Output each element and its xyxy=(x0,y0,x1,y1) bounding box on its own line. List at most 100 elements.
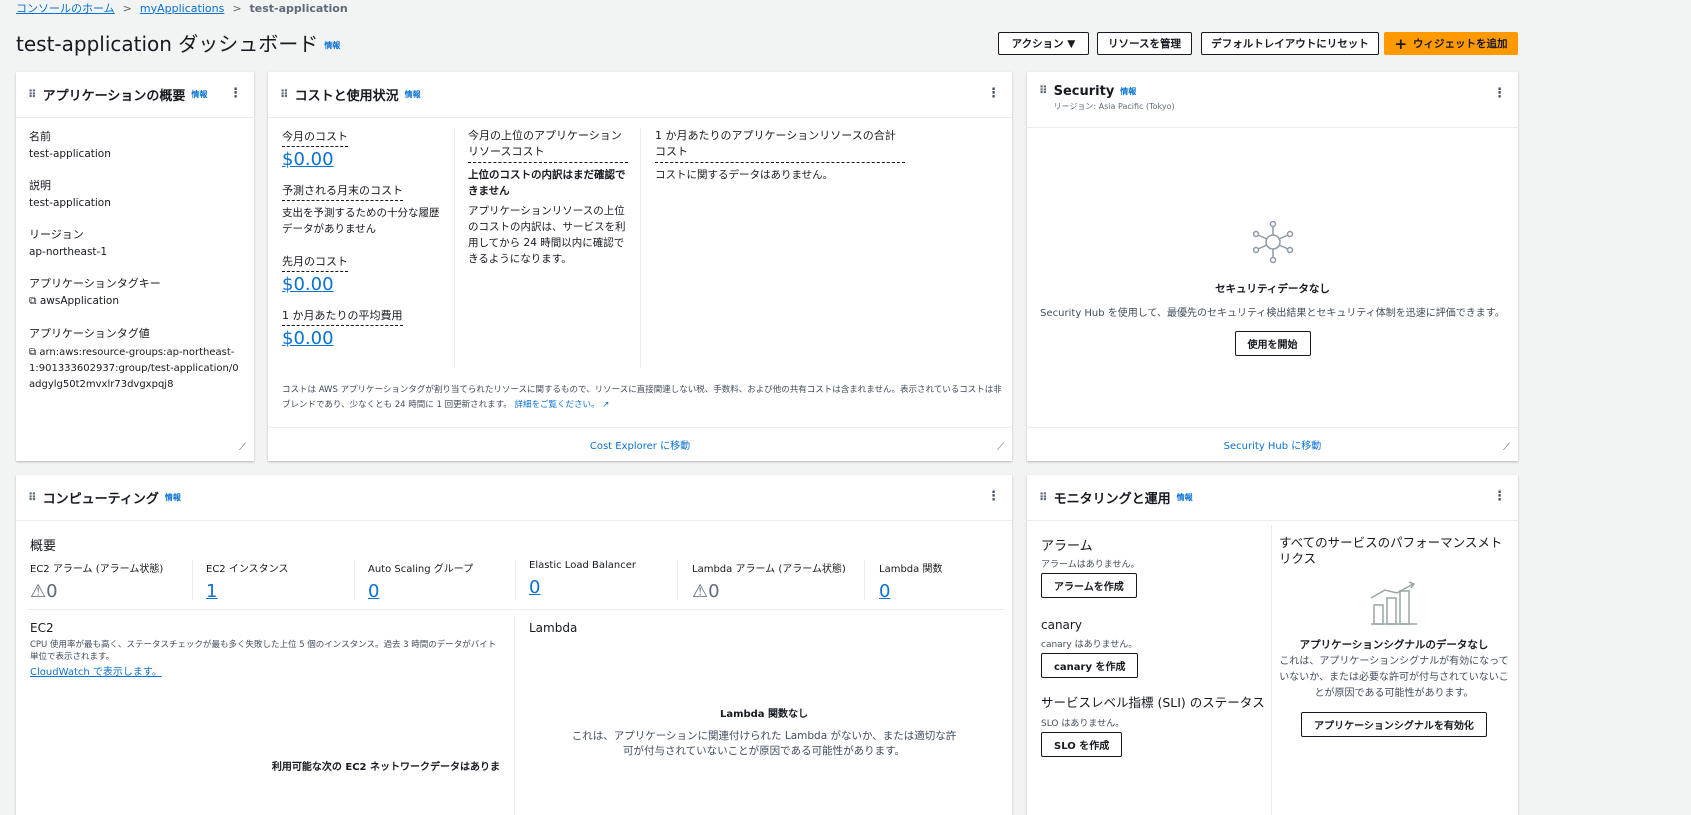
security-hub-icon xyxy=(1252,220,1293,264)
get-started-button[interactable]: 使用を開始 xyxy=(1234,331,1311,356)
cost-label: 1 か月あたりのアプリケーションリソースの合計コスト xyxy=(655,128,905,163)
lambda-empty-title: Lambda 関数なし xyxy=(719,709,809,720)
drag-handle-icon[interactable]: ⠿ xyxy=(1039,84,1047,97)
field-label: 名前 xyxy=(29,130,51,143)
breadcrumb-current: test-application xyxy=(249,1,348,15)
cost-label: 1 か月あたりの平均費用 xyxy=(282,307,403,326)
this-month-cost[interactable]: $0.00 xyxy=(282,149,442,170)
metric-label: EC2 アラーム (アラーム状態) xyxy=(30,564,164,575)
breadcrumb-apps[interactable]: myApplications xyxy=(140,2,224,15)
alarm-text: アラームはありません。 xyxy=(1041,560,1140,570)
chevron-right-icon: > xyxy=(122,1,132,15)
cost-label: 先月のコスト xyxy=(282,253,348,272)
add-widget-label: ウィジェットを追加 xyxy=(1413,38,1508,50)
copy-icon[interactable]: ⧉ xyxy=(29,347,39,358)
create-slo-button[interactable]: SLO を作成 xyxy=(1041,732,1123,757)
canary-heading: canary xyxy=(1041,618,1082,632)
cloudwatch-link[interactable]: CloudWatch で表示します。 xyxy=(30,667,162,678)
field-value: ap-northeast-1 xyxy=(29,246,108,258)
manage-resources-button[interactable]: リソースを管理 xyxy=(1097,32,1192,55)
field-value: arn:aws:resource-groups:ap-northeast-1:9… xyxy=(29,347,239,390)
metric-value[interactable]: 0 xyxy=(879,581,942,602)
info-link[interactable]: 情報 xyxy=(1120,87,1136,96)
actions-dropdown[interactable]: アクション ▼ xyxy=(998,32,1089,55)
reset-layout-button[interactable]: デフォルトレイアウトにリセット xyxy=(1201,32,1379,55)
widget-title: コストと使用状況 xyxy=(294,89,399,104)
create-alarm-button[interactable]: アラームを作成 xyxy=(1041,573,1137,598)
drag-handle-icon[interactable]: ⠿ xyxy=(28,491,36,504)
more-icon[interactable]: ⋮ xyxy=(987,86,1000,101)
enable-signals-button[interactable]: アプリケーションシグナルを有効化 xyxy=(1301,712,1487,737)
perf-heading: すべてのサービスのパフォーマンスメトリクス xyxy=(1279,535,1503,566)
resize-handle-icon[interactable]: ⟋ xyxy=(1503,442,1510,453)
warning-icon: ⚠ xyxy=(30,581,47,602)
security-widget: ⠿ Security 情報 リージョン: Asia Pacific (Tokyo) ⋮ … xyxy=(1027,72,1518,461)
ec2-description: CPU 使用率が最も高く、ステータスチェックが最も多く失敗した上位 5 個のイン… xyxy=(30,640,497,662)
lambda-heading: Lambda xyxy=(529,621,578,635)
metric-value[interactable]: 1 xyxy=(206,581,288,602)
more-icon[interactable]: ⋮ xyxy=(1493,489,1506,504)
field-label: リージョン xyxy=(29,228,84,241)
drag-handle-icon[interactable]: ⠿ xyxy=(1039,491,1047,504)
more-icon[interactable]: ⋮ xyxy=(1493,86,1506,101)
add-widget-button[interactable]: + ウィジェットを追加 xyxy=(1384,32,1518,55)
info-link[interactable]: 情報 xyxy=(1177,492,1193,503)
empty-text: Security Hub を使用して、最優先のセキュリティ検出結果とセキュリティ… xyxy=(1040,308,1505,319)
cost-explorer-link[interactable]: Cost Explorer に移動 xyxy=(268,427,1012,461)
drag-handle-icon[interactable]: ⠿ xyxy=(280,88,288,101)
metric-label: Elastic Load Balancer xyxy=(529,560,636,571)
more-icon[interactable]: ⋮ xyxy=(229,86,242,101)
widget-title: コンピューティング xyxy=(42,492,159,507)
plus-icon: + xyxy=(1394,34,1408,53)
field-value: test-application xyxy=(29,148,111,160)
info-link[interactable]: 情報 xyxy=(165,492,181,503)
info-link[interactable]: 情報 xyxy=(324,41,340,50)
info-link[interactable]: 情報 xyxy=(191,89,207,100)
metric-value[interactable]: 0 xyxy=(368,581,473,602)
copy-icon[interactable]: ⧉ xyxy=(29,295,40,307)
avg-cost[interactable]: $0.00 xyxy=(282,328,442,349)
metric-value: 0 xyxy=(46,581,58,602)
slo-text: SLO はありません。 xyxy=(1041,719,1125,729)
sli-heading: サービスレベル指標 (SLI) のステータス xyxy=(1041,695,1265,710)
overview-fields: 名前 test-application 説明 test-application リー… xyxy=(16,118,254,403)
chart-growth-icon xyxy=(1370,581,1417,625)
signal-empty-text: これは、アプリケーションシグナルが有効になっていないか、または必要な許可が付与さ… xyxy=(1279,656,1509,699)
forecast-text: 支出を予測するための十分な履歴データがありません xyxy=(282,207,440,235)
lambda-empty-text: これは、アプリケーションに関連付けられた Lambda がないか、または適切な許… xyxy=(571,730,957,757)
breadcrumb-home[interactable]: コンソールのホーム xyxy=(16,0,115,16)
cost-note: コストは AWS アプリケーションタグが割り当てられたリソースに関するもので、リ… xyxy=(282,385,1002,410)
learn-more-link[interactable]: 詳細をご覧ください。 xyxy=(514,400,599,410)
total-cost-text: コストに関するデータはありません。 xyxy=(655,169,834,181)
field-label: 説明 xyxy=(29,179,51,192)
warning-icon: ⚠ xyxy=(692,581,709,602)
summary-heading: 概要 xyxy=(30,539,57,554)
monitoring-widget: ⠿ モニタリングと運用 情報 ⋮ アラーム アラームはありません。 アラームを作成 c… xyxy=(1027,475,1518,815)
more-icon[interactable]: ⋮ xyxy=(987,489,1000,504)
field-value: test-application xyxy=(29,197,111,209)
create-canary-button[interactable]: canary を作成 xyxy=(1041,653,1139,678)
resize-handle-icon[interactable]: ⟋ xyxy=(239,442,246,453)
field-value: awsApplication xyxy=(39,295,120,307)
info-link[interactable]: 情報 xyxy=(405,89,421,100)
empty-title: セキュリティデータなし xyxy=(1215,283,1330,295)
resize-handle-icon[interactable]: ⟋ xyxy=(997,442,1004,453)
metric-value: 0 xyxy=(708,581,720,602)
cost-label: 予測される月末のコスト xyxy=(282,182,403,201)
metric-label: Lambda アラーム (アラーム状態) xyxy=(692,564,846,575)
canary-text: canary はありません。 xyxy=(1041,640,1138,650)
page-title-text: test-application ダッシュボード xyxy=(16,32,319,56)
field-label: アプリケーションタグキー xyxy=(29,277,161,290)
breadcrumb: コンソールのホーム > myApplications > test-applicat… xyxy=(16,0,348,16)
drag-handle-icon[interactable]: ⠿ xyxy=(28,88,36,101)
page-title: test-application ダッシュボード 情報 xyxy=(16,28,340,57)
cost-widget: ⠿ コストと使用状況 情報 ⋮ 今月のコスト $0.00 予測される月末のコスト 支出を予… xyxy=(268,72,1012,461)
security-hub-link[interactable]: Security Hub に移動 xyxy=(1027,427,1518,461)
metric-label: Auto Scaling グループ xyxy=(368,564,474,575)
metric-value[interactable]: 0 xyxy=(529,577,636,598)
cost-label: 今月の上位のアプリケーションリソースコスト xyxy=(468,128,628,163)
signal-empty-title: アプリケーションシグナルのデータなし xyxy=(1299,639,1489,651)
ec2-empty-text: 利用可能な次の EC2 ネットワークデータはありま xyxy=(271,762,500,773)
external-link-icon[interactable]: ↗ xyxy=(602,400,609,410)
last-month-cost[interactable]: $0.00 xyxy=(282,274,442,295)
